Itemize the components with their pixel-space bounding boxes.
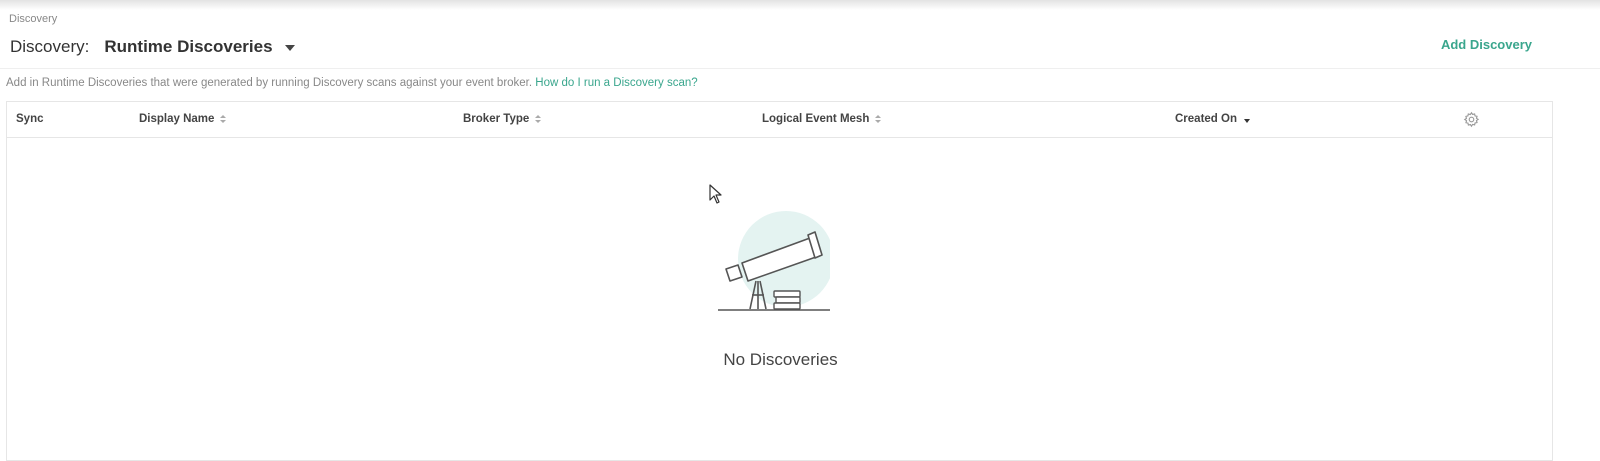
top-shadow	[0, 0, 1600, 10]
header-divider	[0, 68, 1600, 69]
page-header: Discovery: Runtime Discoveries	[10, 36, 295, 58]
help-link[interactable]: How do I run a Discovery scan?	[535, 77, 697, 89]
column-label: Logical Event Mesh	[762, 113, 870, 125]
sort-icon[interactable]	[875, 114, 882, 124]
column-header-created-on[interactable]: Created On	[1175, 113, 1250, 125]
column-label: Created On	[1175, 113, 1237, 125]
column-label: Display Name	[139, 113, 215, 125]
column-header-broker-type[interactable]: Broker Type	[463, 113, 542, 125]
discoveries-table: Sync Display Name Broker Type Logical Ev…	[6, 101, 1553, 461]
sort-descending-icon[interactable]	[1244, 118, 1250, 123]
view-selector[interactable]: Runtime Discoveries	[104, 37, 272, 57]
description: Add in Runtime Discoveries that were gen…	[6, 77, 698, 89]
column-header-logical-event-mesh[interactable]: Logical Event Mesh	[762, 113, 882, 125]
description-text: Add in Runtime Discoveries that were gen…	[6, 77, 533, 89]
breadcrumb[interactable]: Discovery	[9, 13, 57, 25]
table-header: Sync Display Name Broker Type Logical Ev…	[7, 102, 1552, 138]
chevron-down-icon[interactable]	[284, 45, 295, 51]
sort-icon[interactable]	[220, 114, 227, 124]
column-header-sync[interactable]: Sync	[16, 113, 44, 125]
telescope-icon	[718, 211, 830, 311]
add-discovery-button[interactable]: Add Discovery	[1441, 37, 1532, 52]
column-header-display-name[interactable]: Display Name	[139, 113, 227, 125]
empty-state-text: No Discoveries	[723, 350, 838, 369]
sort-icon[interactable]	[535, 114, 542, 124]
gear-icon[interactable]	[1463, 111, 1480, 128]
column-label: Broker Type	[463, 113, 530, 125]
column-label: Sync	[16, 113, 44, 125]
mouse-cursor-icon	[709, 184, 722, 204]
page-title-label: Discovery:	[10, 37, 90, 56]
